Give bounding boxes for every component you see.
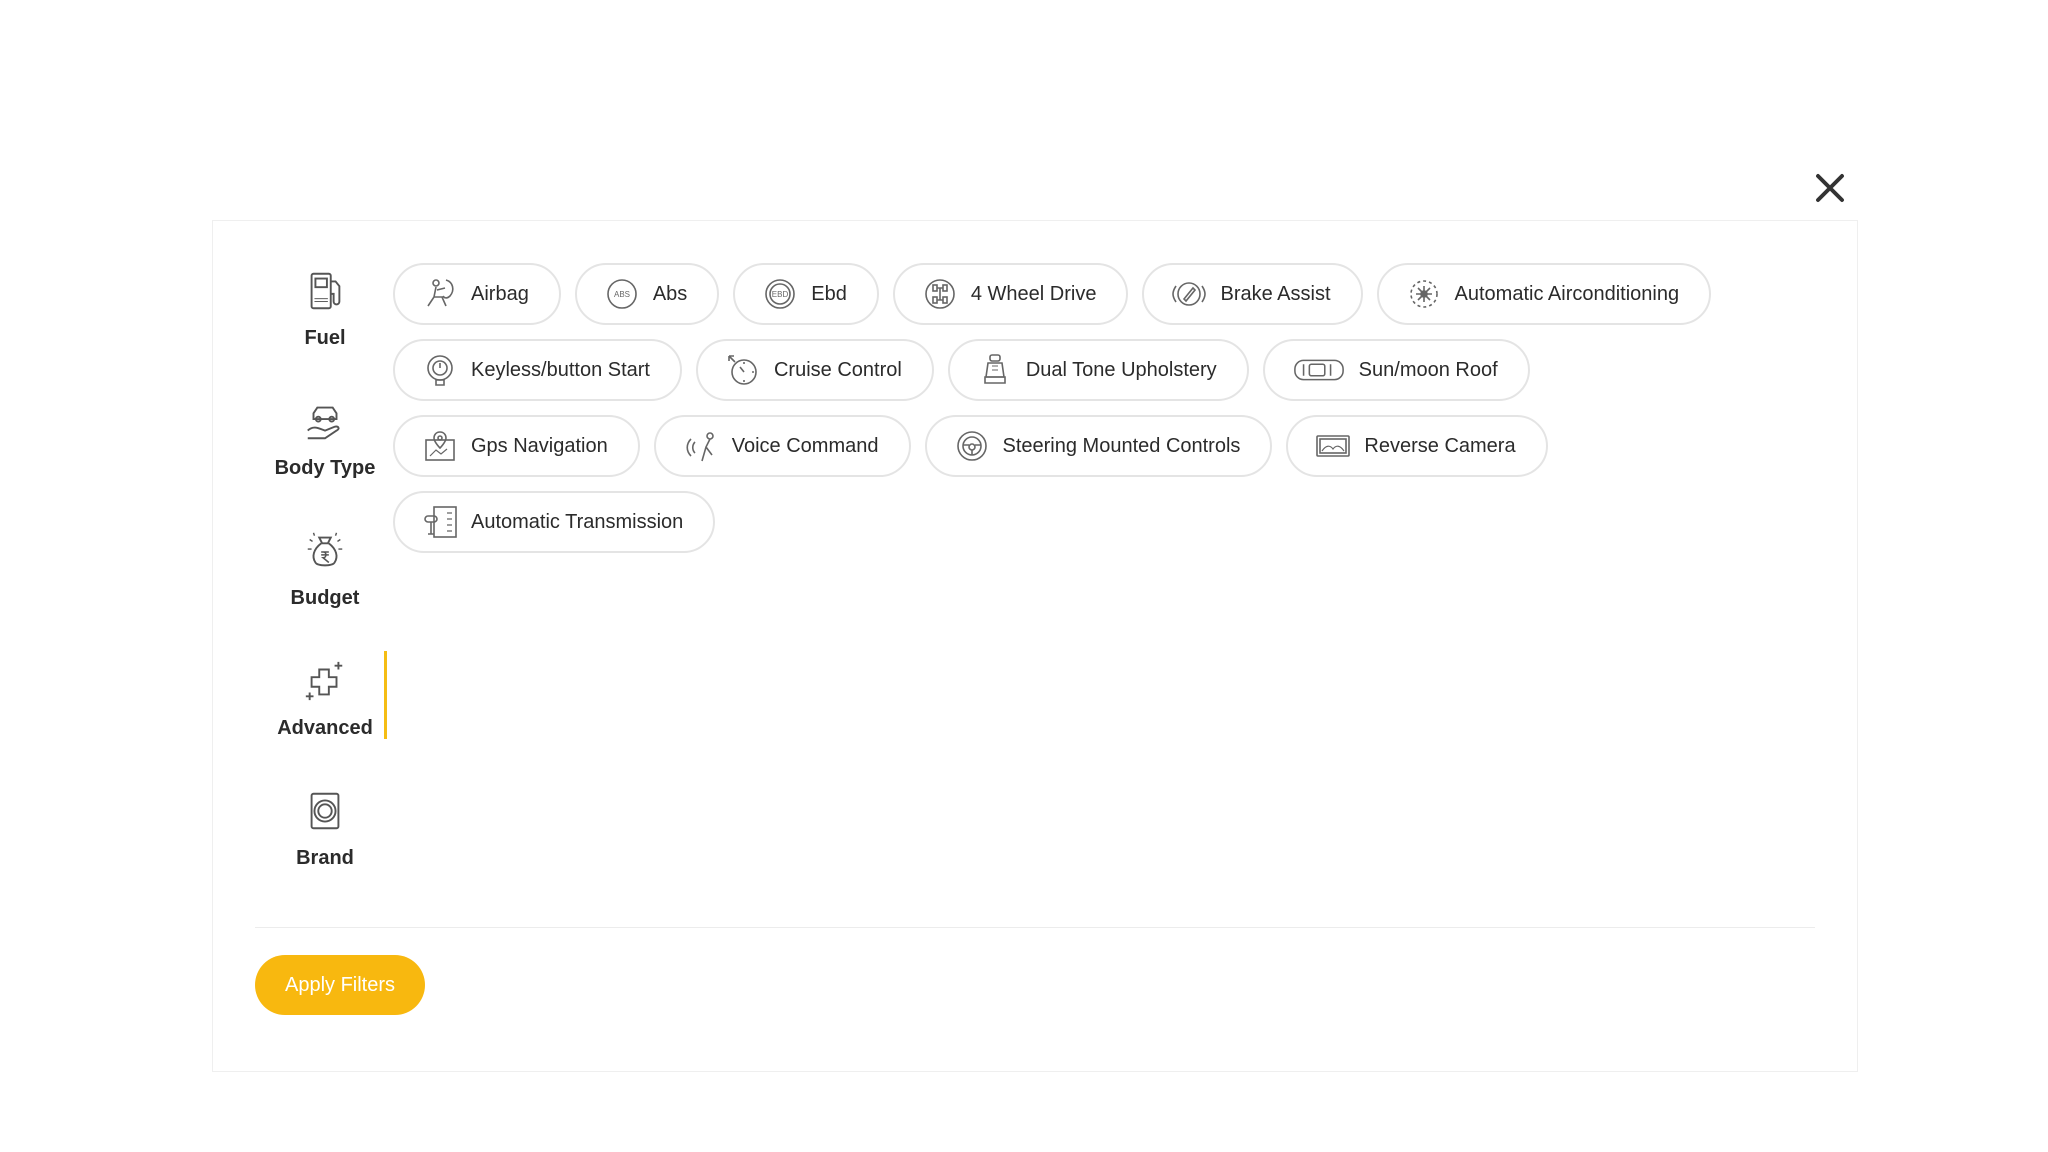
close-icon: [1816, 174, 1844, 202]
chip-automatic-transmission[interactable]: Automatic Transmission: [393, 491, 716, 553]
chip-row: Keyless/button Start Cruise Control Dual…: [393, 339, 1833, 401]
chip-airbag[interactable]: Airbag: [393, 263, 561, 325]
fuel-pump-icon: [301, 265, 349, 317]
chip-label: Reverse Camera: [1364, 434, 1516, 457]
ebd-icon-text: EBD: [772, 290, 789, 299]
close-button[interactable]: [1808, 166, 1852, 210]
brand-emblem-icon: [301, 785, 349, 837]
brake-assist-icon: [1170, 275, 1208, 313]
chip-keyless-button-start[interactable]: Keyless/button Start: [393, 339, 682, 401]
chip-gps-navigation[interactable]: Gps Navigation: [393, 415, 640, 477]
sidebar-item-label: Body Type: [274, 457, 376, 479]
chip-label: Abs: [652, 282, 688, 305]
ebd-icon: EBD: [761, 275, 799, 313]
abs-icon-text: ABS: [614, 290, 630, 299]
automatic-transmission-icon: [421, 503, 459, 541]
chip-label: Gps Navigation: [471, 434, 608, 457]
money-bag-icon: [301, 525, 349, 577]
sidebar-item-brand[interactable]: Brand: [245, 781, 405, 911]
chip-row: Gps Navigation Voice Command Steering Mo…: [393, 415, 1833, 477]
chip-abs[interactable]: ABS Abs: [574, 263, 720, 325]
steering-wheel-icon: [953, 427, 991, 465]
chip-4-wheel-drive[interactable]: 4 Wheel Drive: [892, 263, 1129, 325]
chip-label: Cruise Control: [773, 358, 902, 381]
sunroof-icon: [1291, 351, 1347, 389]
car-hand-icon: [301, 395, 349, 447]
voice-command-icon: [682, 427, 720, 465]
chip-row: Automatic Transmission: [393, 491, 1833, 553]
sidebar-item-label: Budget: [290, 587, 360, 609]
chip-sun-moon-roof[interactable]: Sun/moon Roof: [1262, 339, 1530, 401]
footer-divider: [255, 927, 1815, 928]
cruise-control-icon: [724, 351, 762, 389]
sidebar-item-label: Brand: [296, 847, 354, 869]
reverse-camera-icon: [1314, 427, 1352, 465]
plus-sparkle-icon: [301, 655, 349, 707]
chip-label: Ebd: [811, 282, 847, 305]
sidebar-item-body-type[interactable]: Body Type: [245, 391, 405, 521]
chip-steering-mounted-controls[interactable]: Steering Mounted Controls: [924, 415, 1273, 477]
chip-label: 4 Wheel Drive: [970, 282, 1097, 305]
chip-label: Keyless/button Start: [471, 358, 650, 381]
four-wheel-drive-icon: [921, 275, 959, 313]
sidebar-item-label: Advanced: [277, 717, 373, 739]
chip-brake-assist[interactable]: Brake Assist: [1142, 263, 1363, 325]
chip-label: Dual Tone Upholstery: [1025, 358, 1217, 381]
sidebar-item-label: Fuel: [304, 327, 346, 349]
airbag-icon: [421, 275, 459, 313]
chip-label: Voice Command: [731, 434, 879, 457]
chip-label: Automatic Airconditioning: [1454, 282, 1680, 305]
chip-label: Steering Mounted Controls: [1002, 434, 1241, 457]
chip-label: Brake Assist: [1220, 282, 1331, 305]
chip-reverse-camera[interactable]: Reverse Camera: [1286, 415, 1548, 477]
sidebar-item-fuel[interactable]: Fuel: [245, 261, 405, 391]
chip-row: Airbag ABS Abs EBD Ebd 4 Wheel Drive Bra…: [393, 263, 1833, 325]
chip-ebd[interactable]: EBD Ebd: [733, 263, 879, 325]
feature-chip-list: Airbag ABS Abs EBD Ebd 4 Wheel Drive Bra…: [393, 263, 1833, 567]
chip-voice-command[interactable]: Voice Command: [653, 415, 911, 477]
filter-category-sidebar: Fuel Body Type Budget Advanced Brand: [245, 261, 405, 911]
keyless-start-icon: [421, 351, 459, 389]
chip-cruise-control[interactable]: Cruise Control: [695, 339, 934, 401]
sidebar-item-budget[interactable]: Budget: [245, 521, 405, 651]
chip-label: Sun/moon Roof: [1358, 358, 1498, 381]
abs-icon: ABS: [603, 275, 641, 313]
chip-dual-tone-upholstery[interactable]: Dual Tone Upholstery: [947, 339, 1249, 401]
air-conditioning-icon: [1405, 275, 1443, 313]
filter-panel: Fuel Body Type Budget Advanced Brand Air…: [212, 220, 1858, 1072]
chip-label: Airbag: [471, 282, 529, 305]
chip-label: Automatic Transmission: [471, 510, 684, 533]
apply-filters-button[interactable]: Apply Filters: [255, 955, 425, 1015]
car-seat-icon: [976, 351, 1014, 389]
sidebar-item-advanced[interactable]: Advanced: [245, 651, 405, 781]
chip-automatic-airconditioning[interactable]: Automatic Airconditioning: [1376, 263, 1712, 325]
gps-navigation-icon: [421, 427, 459, 465]
